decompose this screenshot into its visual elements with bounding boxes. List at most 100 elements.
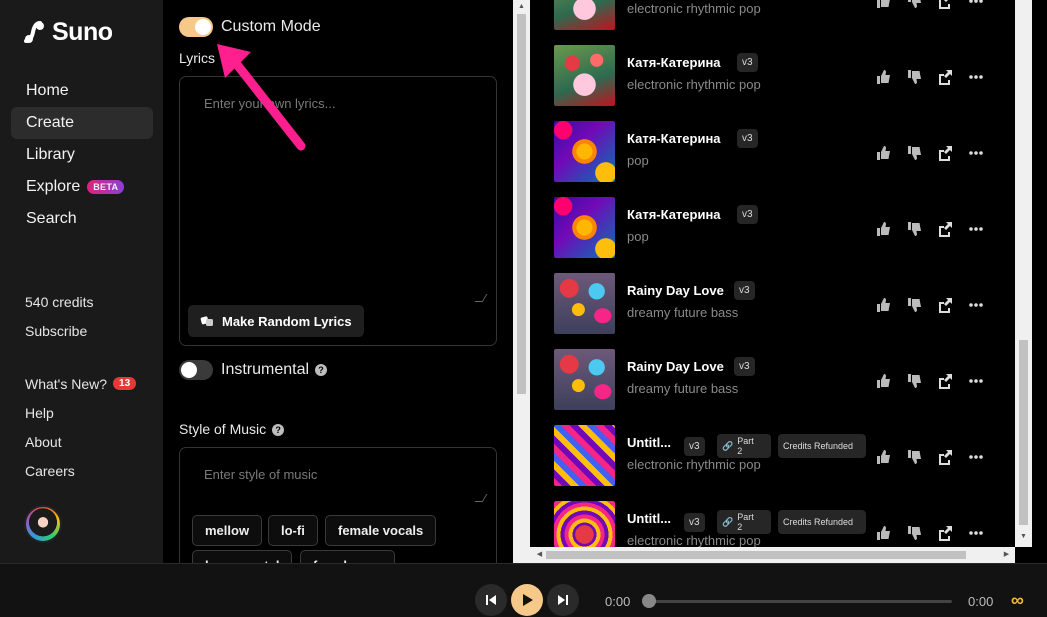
progress-track[interactable] — [649, 600, 952, 603]
song-title[interactable]: Untitl... — [627, 511, 671, 526]
more-icon[interactable] — [968, 525, 984, 541]
song-cover[interactable] — [554, 45, 615, 106]
like-icon[interactable] — [875, 221, 891, 237]
more-icon[interactable] — [968, 373, 984, 389]
lyrics-textarea[interactable]: Enter your own lyrics... Make Random Lyr… — [179, 76, 497, 346]
like-icon[interactable] — [875, 449, 891, 465]
dislike-icon[interactable] — [906, 373, 922, 389]
dislike-icon[interactable] — [906, 145, 922, 161]
resize-handle[interactable] — [474, 294, 488, 302]
scroll-up-icon[interactable]: ▲ — [516, 3, 527, 10]
song-title[interactable]: Катя-Катерина — [627, 131, 721, 146]
song-row[interactable]: Rainy Day Love v3 dreamy future bass — [530, 265, 1015, 341]
dislike-icon[interactable] — [906, 297, 922, 313]
song-row[interactable]: electronic rhythmic pop — [530, 0, 1015, 37]
song-style: dreamy future bass — [627, 381, 739, 396]
scroll-right-icon[interactable]: ▶ — [1001, 550, 1012, 558]
part-badge[interactable]: 🔗 Part 2 — [717, 510, 771, 534]
song-row[interactable]: Катя-Катерина v3 electronic rhythmic pop — [530, 37, 1015, 113]
more-icon[interactable] — [968, 145, 984, 161]
resize-handle[interactable] — [474, 494, 488, 502]
style-chip[interactable]: female pop — [300, 550, 395, 563]
dislike-icon[interactable] — [906, 449, 922, 465]
like-icon[interactable] — [875, 0, 891, 9]
like-icon[interactable] — [875, 145, 891, 161]
like-icon[interactable] — [875, 69, 891, 85]
share-icon[interactable] — [937, 69, 953, 85]
song-row[interactable]: Катя-Катерина v3 pop — [530, 189, 1015, 265]
style-chip[interactable]: lo-fi — [268, 515, 318, 546]
scroll-down-icon[interactable]: ▼ — [1018, 533, 1029, 540]
scroll-left-icon[interactable]: ◀ — [534, 550, 545, 558]
about-link[interactable]: About — [25, 427, 155, 456]
style-chip[interactable]: mellow — [192, 515, 263, 546]
share-icon[interactable] — [937, 0, 953, 9]
songs-hscrollbar[interactable]: ◀ ▶ — [530, 547, 1015, 563]
make-random-lyrics-button[interactable]: Make Random Lyrics — [188, 305, 364, 337]
create-scrollbar[interactable]: ▲ — [513, 0, 530, 563]
progress-knob[interactable] — [642, 594, 656, 608]
more-icon[interactable] — [968, 0, 984, 9]
dislike-icon[interactable] — [906, 0, 922, 9]
hscroll-thumb[interactable] — [546, 551, 966, 559]
more-icon[interactable] — [968, 221, 984, 237]
song-cover[interactable] — [554, 0, 615, 30]
more-icon[interactable] — [968, 297, 984, 313]
song-cover[interactable] — [554, 425, 615, 486]
nav-create[interactable]: Create — [11, 107, 153, 139]
song-title[interactable]: Untitl... — [627, 435, 671, 450]
share-icon[interactable] — [937, 145, 953, 161]
share-icon[interactable] — [937, 525, 953, 541]
careers-link[interactable]: Careers — [25, 456, 155, 485]
song-title[interactable]: Катя-Катерина — [627, 207, 721, 222]
song-cover[interactable] — [554, 121, 615, 182]
song-title[interactable]: Rainy Day Love — [627, 283, 724, 298]
whats-new-link[interactable]: What's New? 13 — [25, 369, 155, 398]
song-cover[interactable] — [554, 349, 615, 410]
share-icon[interactable] — [937, 449, 953, 465]
song-cover[interactable] — [554, 501, 615, 547]
nav-search[interactable]: Search — [11, 203, 153, 235]
dislike-icon[interactable] — [906, 221, 922, 237]
style-chip[interactable]: female vocals — [325, 515, 437, 546]
part-label: Part 2 — [737, 436, 754, 456]
previous-button[interactable] — [475, 584, 507, 616]
song-cover[interactable] — [554, 273, 615, 334]
custom-mode-toggle[interactable] — [179, 17, 213, 37]
part-badge[interactable]: 🔗 Part 2 — [717, 434, 771, 458]
song-row[interactable]: Rainy Day Love v3 dreamy future bass — [530, 341, 1015, 417]
nav-home[interactable]: Home — [11, 75, 153, 107]
more-icon[interactable] — [968, 69, 984, 85]
loop-icon[interactable]: ∞ — [1011, 590, 1024, 611]
like-icon[interactable] — [875, 297, 891, 313]
scroll-thumb[interactable] — [517, 14, 526, 394]
help-icon[interactable]: ? — [315, 363, 328, 376]
songs-scrollbar[interactable]: ▼ — [1015, 0, 1032, 547]
song-title[interactable]: Катя-Катерина — [627, 55, 721, 70]
song-title[interactable]: Rainy Day Love — [627, 359, 724, 374]
share-icon[interactable] — [937, 297, 953, 313]
help-link[interactable]: Help — [25, 398, 155, 427]
song-row[interactable]: Untitl... v3 🔗 Part 2 Credits Refunded electr… — [530, 493, 1015, 547]
subscribe-link[interactable]: Subscribe — [25, 316, 155, 345]
song-row[interactable]: Катя-Катерина v3 pop — [530, 113, 1015, 189]
like-icon[interactable] — [875, 525, 891, 541]
song-cover[interactable] — [554, 197, 615, 258]
share-icon[interactable] — [937, 373, 953, 389]
share-icon[interactable] — [937, 221, 953, 237]
help-icon[interactable]: ? — [272, 424, 285, 437]
nav-library[interactable]: Library — [11, 139, 153, 171]
song-row[interactable]: Untitl... v3 🔗 Part 2 Credits Refunded electr… — [530, 417, 1015, 493]
instrumental-toggle[interactable] — [179, 360, 213, 380]
dislike-icon[interactable] — [906, 69, 922, 85]
more-icon[interactable] — [968, 449, 984, 465]
style-chip[interactable]: heavy metal — [192, 550, 293, 563]
logo[interactable]: Suno — [24, 18, 113, 47]
scroll-thumb[interactable] — [1019, 340, 1028, 525]
play-button[interactable] — [511, 584, 543, 616]
like-icon[interactable] — [875, 373, 891, 389]
dislike-icon[interactable] — [906, 525, 922, 541]
avatar[interactable] — [24, 505, 62, 543]
next-button[interactable] — [547, 584, 579, 616]
nav-explore[interactable]: Explore BETA — [11, 171, 153, 203]
